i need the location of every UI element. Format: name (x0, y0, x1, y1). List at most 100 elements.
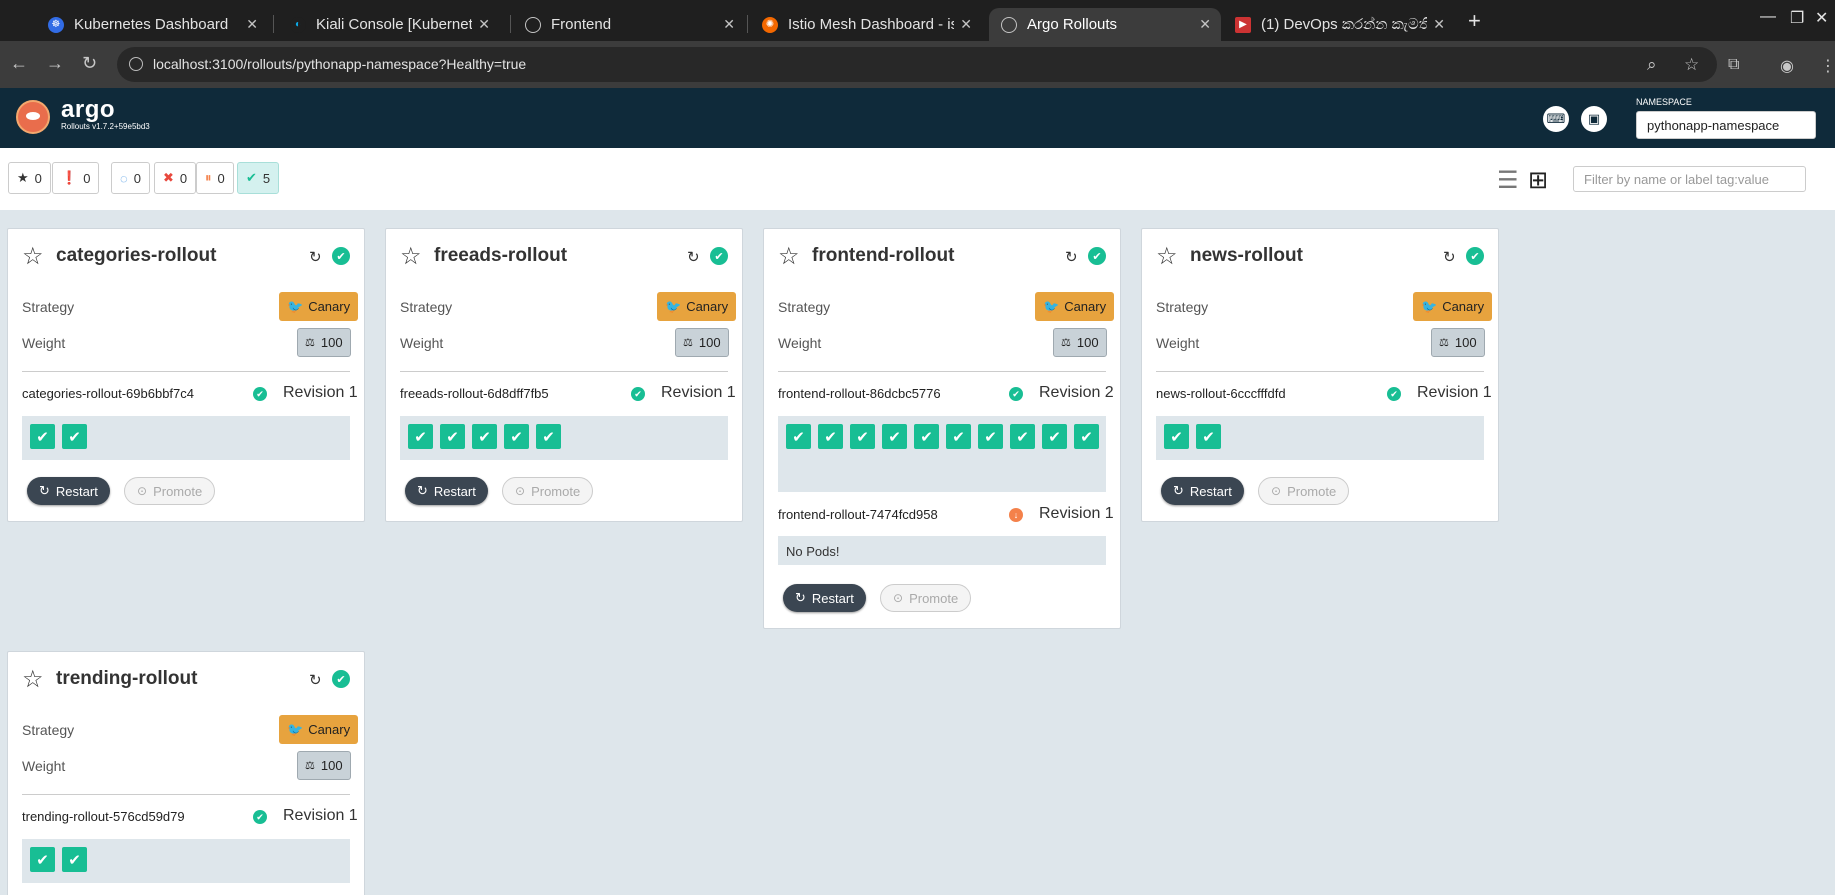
favorite-star-icon[interactable]: ☆ (1156, 242, 1178, 271)
favorites-filter-button[interactable]: ★ 0 (8, 162, 51, 194)
pod-healthy[interactable]: ✔ (62, 847, 87, 872)
maximize-icon[interactable]: ❐ (1790, 8, 1804, 28)
promote-button[interactable]: ⊙ Promote (502, 477, 594, 505)
namespace-input[interactable]: pythonapp-namespace (1636, 111, 1816, 139)
tab-devops-youtube[interactable]: ▶ (1) DevOps කරන්න කැමති ✕ (1223, 8, 1455, 41)
refresh-icon[interactable]: ↻ (1443, 248, 1456, 266)
progressing-filter-button[interactable]: ◌ 0 (111, 162, 150, 194)
replicaset-name: frontend-rollout-86dcbc5776 (778, 386, 941, 401)
pod-healthy[interactable]: ✔ (62, 424, 87, 449)
list-view-icon[interactable]: ☰ (1497, 166, 1519, 195)
pod-healthy[interactable]: ✔ (786, 424, 811, 449)
rollout-name[interactable]: trending-rollout (56, 668, 197, 690)
close-icon[interactable]: ✕ (1199, 16, 1211, 33)
back-icon[interactable]: ← (10, 53, 28, 74)
close-window-icon[interactable]: ✕ (1815, 8, 1828, 28)
promote-button[interactable]: ⊙ Promote (880, 584, 972, 612)
zoom-icon[interactable]: ⌕ (1647, 55, 1657, 75)
promote-button[interactable]: ⊙ Promote (124, 477, 216, 505)
grid-view-icon[interactable]: ⊞ (1528, 166, 1548, 195)
healthy-status-icon: ✔ (1466, 247, 1484, 265)
pod-healthy[interactable]: ✔ (1010, 424, 1035, 449)
paused-filter-button[interactable]: ⏸ 0 (196, 162, 234, 194)
menu-icon[interactable]: ⋮ (1820, 56, 1835, 76)
pod-healthy[interactable]: ✔ (536, 424, 561, 449)
pod-healthy[interactable]: ✔ (1042, 424, 1067, 449)
favorite-star-icon[interactable]: ☆ (22, 665, 44, 694)
new-tab-button[interactable]: + (1468, 8, 1481, 34)
forward-icon[interactable]: → (46, 53, 64, 74)
pod-healthy[interactable]: ✔ (882, 424, 907, 449)
rollout-card[interactable]: ☆ news-rollout ↻ ✔ Strategy 🐦 Canary Weig… (1141, 228, 1499, 522)
profile-avatar[interactable]: ◉ (1780, 56, 1794, 76)
tab-kiali-console[interactable]: ◐ Kiali Console [Kubernetes] ✕ (278, 8, 500, 41)
pod-healthy[interactable]: ✔ (1196, 424, 1221, 449)
reload-icon[interactable]: ↻ (82, 53, 97, 74)
favorite-star-icon[interactable]: ☆ (400, 242, 422, 271)
rollout-name[interactable]: news-rollout (1190, 245, 1303, 267)
restart-button[interactable]: ↻ Restart (27, 477, 110, 505)
version-text: Rollouts v1.7.2+59e5bd3 (61, 122, 150, 131)
favorite-star-icon[interactable]: ☆ (778, 242, 800, 271)
extensions-icon[interactable]: ⧉ (1728, 56, 1739, 74)
pod-healthy[interactable]: ✔ (946, 424, 971, 449)
pod-healthy[interactable]: ✔ (504, 424, 529, 449)
pod-healthy[interactable]: ✔ (472, 424, 497, 449)
restart-button[interactable]: ↻ Restart (783, 584, 866, 612)
pod-healthy[interactable]: ✔ (30, 847, 55, 872)
pod-healthy[interactable]: ✔ (440, 424, 465, 449)
refresh-icon[interactable]: ↻ (309, 671, 322, 689)
weight-badge: ⚖ 100 (675, 328, 729, 357)
pod-healthy[interactable]: ✔ (30, 424, 55, 449)
pod-healthy[interactable]: ✔ (818, 424, 843, 449)
pause-icon: ⏸ (205, 170, 212, 185)
rollout-card[interactable]: ☆ freeads-rollout ↻ ✔ Strategy 🐦 Canary W… (385, 228, 743, 522)
docs-book-icon[interactable]: ▣ (1581, 106, 1607, 132)
pod-healthy[interactable]: ✔ (1074, 424, 1099, 449)
address-bar[interactable]: localhost:3100/rollouts/pythonapp-namesp… (117, 47, 1717, 82)
restart-button[interactable]: ↻ Restart (405, 477, 488, 505)
close-icon[interactable]: ✕ (1433, 16, 1445, 33)
tab-istio-mesh-dashboard[interactable]: ✺ Istio Mesh Dashboard - istio ✕ (750, 8, 982, 41)
restart-button[interactable]: ↻ Restart (1161, 477, 1244, 505)
search-input[interactable]: Filter by name or label tag:value (1573, 166, 1806, 192)
close-icon[interactable]: ✕ (478, 16, 490, 33)
refresh-icon[interactable]: ↻ (1065, 248, 1078, 266)
pod-healthy[interactable]: ✔ (408, 424, 433, 449)
divider (400, 371, 728, 372)
healthy-filter-button[interactable]: ✔ 5 (237, 162, 280, 194)
tab-argo-rollouts[interactable]: Argo Rollouts ✕ (989, 8, 1221, 41)
rollout-card[interactable]: ☆ trending-rollout ↻ ✔ Strategy 🐦 Canary … (7, 651, 365, 895)
rollout-card[interactable]: ☆ categories-rollout ↻ ✔ Strategy 🐦 Canar… (7, 228, 365, 522)
close-icon[interactable]: ✕ (960, 16, 972, 33)
rollout-name[interactable]: freeads-rollout (434, 245, 567, 267)
rollout-card[interactable]: ☆ frontend-rollout ↻ ✔ Strategy 🐦 Canary … (763, 228, 1121, 629)
revision-label: Revision 2 (1039, 384, 1114, 401)
revision-label: Revision 1 (661, 384, 736, 401)
refresh-icon[interactable]: ↻ (687, 248, 700, 266)
degraded-filter-button[interactable]: ✖ 0 (154, 162, 197, 194)
bookmark-star-icon[interactable]: ☆ (1684, 55, 1699, 75)
favorite-star-icon[interactable]: ☆ (22, 242, 44, 271)
weight-badge: ⚖ 100 (297, 751, 351, 780)
site-info-icon[interactable] (129, 57, 143, 71)
pod-healthy[interactable]: ✔ (1164, 424, 1189, 449)
youtube-icon: ▶ (1235, 16, 1251, 33)
close-icon[interactable]: ✕ (723, 16, 735, 33)
promote-button[interactable]: ⊙ Promote (1258, 477, 1350, 505)
rollout-name[interactable]: frontend-rollout (812, 245, 954, 267)
tab-kubernetes-dashboard[interactable]: ☸ Kubernetes Dashboard ✕ (36, 8, 268, 41)
replicaset-healthy-icon: ✔ (631, 387, 645, 401)
rollout-name[interactable]: categories-rollout (56, 245, 216, 267)
minimize-icon[interactable]: — (1760, 8, 1776, 26)
weight-label: Weight (1156, 335, 1200, 351)
keyboard-icon[interactable]: ⌨ (1543, 106, 1569, 132)
weight-icon: ⚖ (683, 337, 693, 349)
pod-healthy[interactable]: ✔ (914, 424, 939, 449)
pod-healthy[interactable]: ✔ (978, 424, 1003, 449)
warnings-filter-button[interactable]: ❗ 0 (52, 162, 100, 194)
close-icon[interactable]: ✕ (246, 16, 258, 33)
refresh-icon[interactable]: ↻ (309, 248, 322, 266)
tab-frontend[interactable]: Frontend ✕ (513, 8, 745, 41)
pod-healthy[interactable]: ✔ (850, 424, 875, 449)
